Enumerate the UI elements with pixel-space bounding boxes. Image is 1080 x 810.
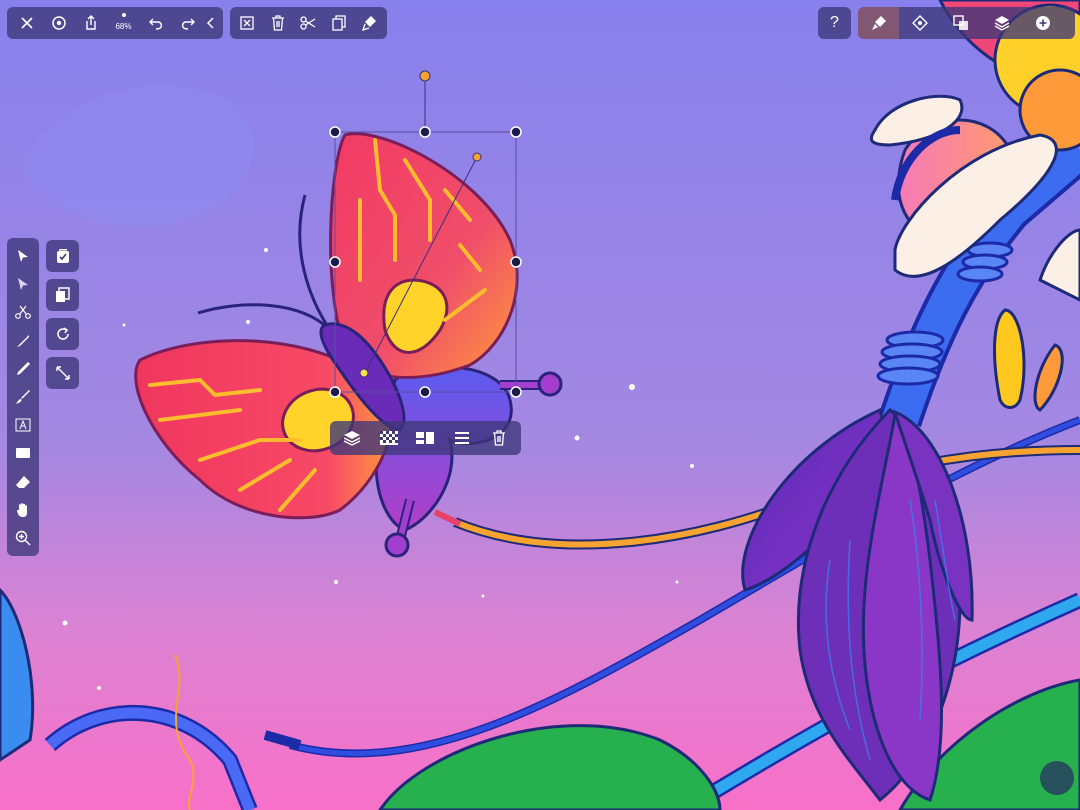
eraser-tool-icon[interactable] [7,468,39,496]
undo-icon[interactable] [140,7,172,39]
align-icon[interactable] [408,421,442,455]
context-toolbar [330,421,521,455]
close-icon[interactable] [11,7,43,39]
duplicate-icon[interactable] [46,279,79,311]
help-label: ? [830,14,839,31]
shape-tool-icon[interactable] [7,439,39,467]
select-all-icon[interactable] [46,240,79,272]
cut-icon[interactable] [293,7,324,39]
settings-icon[interactable] [43,7,75,39]
pencil-tool-icon[interactable] [7,355,39,383]
copy-icon[interactable] [324,7,355,39]
scissors-tool-icon[interactable] [7,298,39,326]
brush-tool-icon[interactable] [7,383,39,411]
style-icon[interactable] [899,7,940,39]
layers-icon[interactable] [981,7,1022,39]
zoom-level-label: 68% [115,21,132,31]
delete-icon[interactable] [263,7,294,39]
tools-panel [7,238,39,556]
main-toolbar: 68% [7,7,223,39]
edit-toolbar [230,7,387,39]
add-icon[interactable] [1022,7,1063,39]
selection-tool-icon[interactable] [7,242,39,270]
share-icon[interactable] [75,7,107,39]
brush-settings-icon[interactable] [858,7,899,39]
zoom-indicator[interactable]: 68% [107,7,139,39]
help-button[interactable]: ? [818,7,851,39]
pen-tool-icon[interactable] [7,327,39,355]
text-tool-icon[interactable] [7,411,39,439]
node-tool-icon[interactable] [7,270,39,298]
rotate-icon[interactable] [46,318,79,350]
arrange-layers-icon[interactable] [335,421,369,455]
fit-icon[interactable] [46,357,79,389]
deselect-icon[interactable] [232,7,263,39]
trash-icon[interactable] [482,421,516,455]
artboard-canvas[interactable] [0,0,1080,810]
transparency-icon[interactable] [372,421,406,455]
color-picker-swatch[interactable] [1040,761,1074,795]
redo-icon[interactable] [172,7,204,39]
paste-icon[interactable] [354,7,385,39]
shape-ops-icon[interactable] [940,7,981,39]
hand-tool-icon[interactable] [7,496,39,524]
collapse-chevron-icon[interactable] [204,7,219,39]
zoom-tool-icon[interactable] [7,524,39,552]
studio-toolbar [858,7,1075,39]
distribute-icon[interactable] [445,421,479,455]
zoom-dot-icon [122,13,127,17]
